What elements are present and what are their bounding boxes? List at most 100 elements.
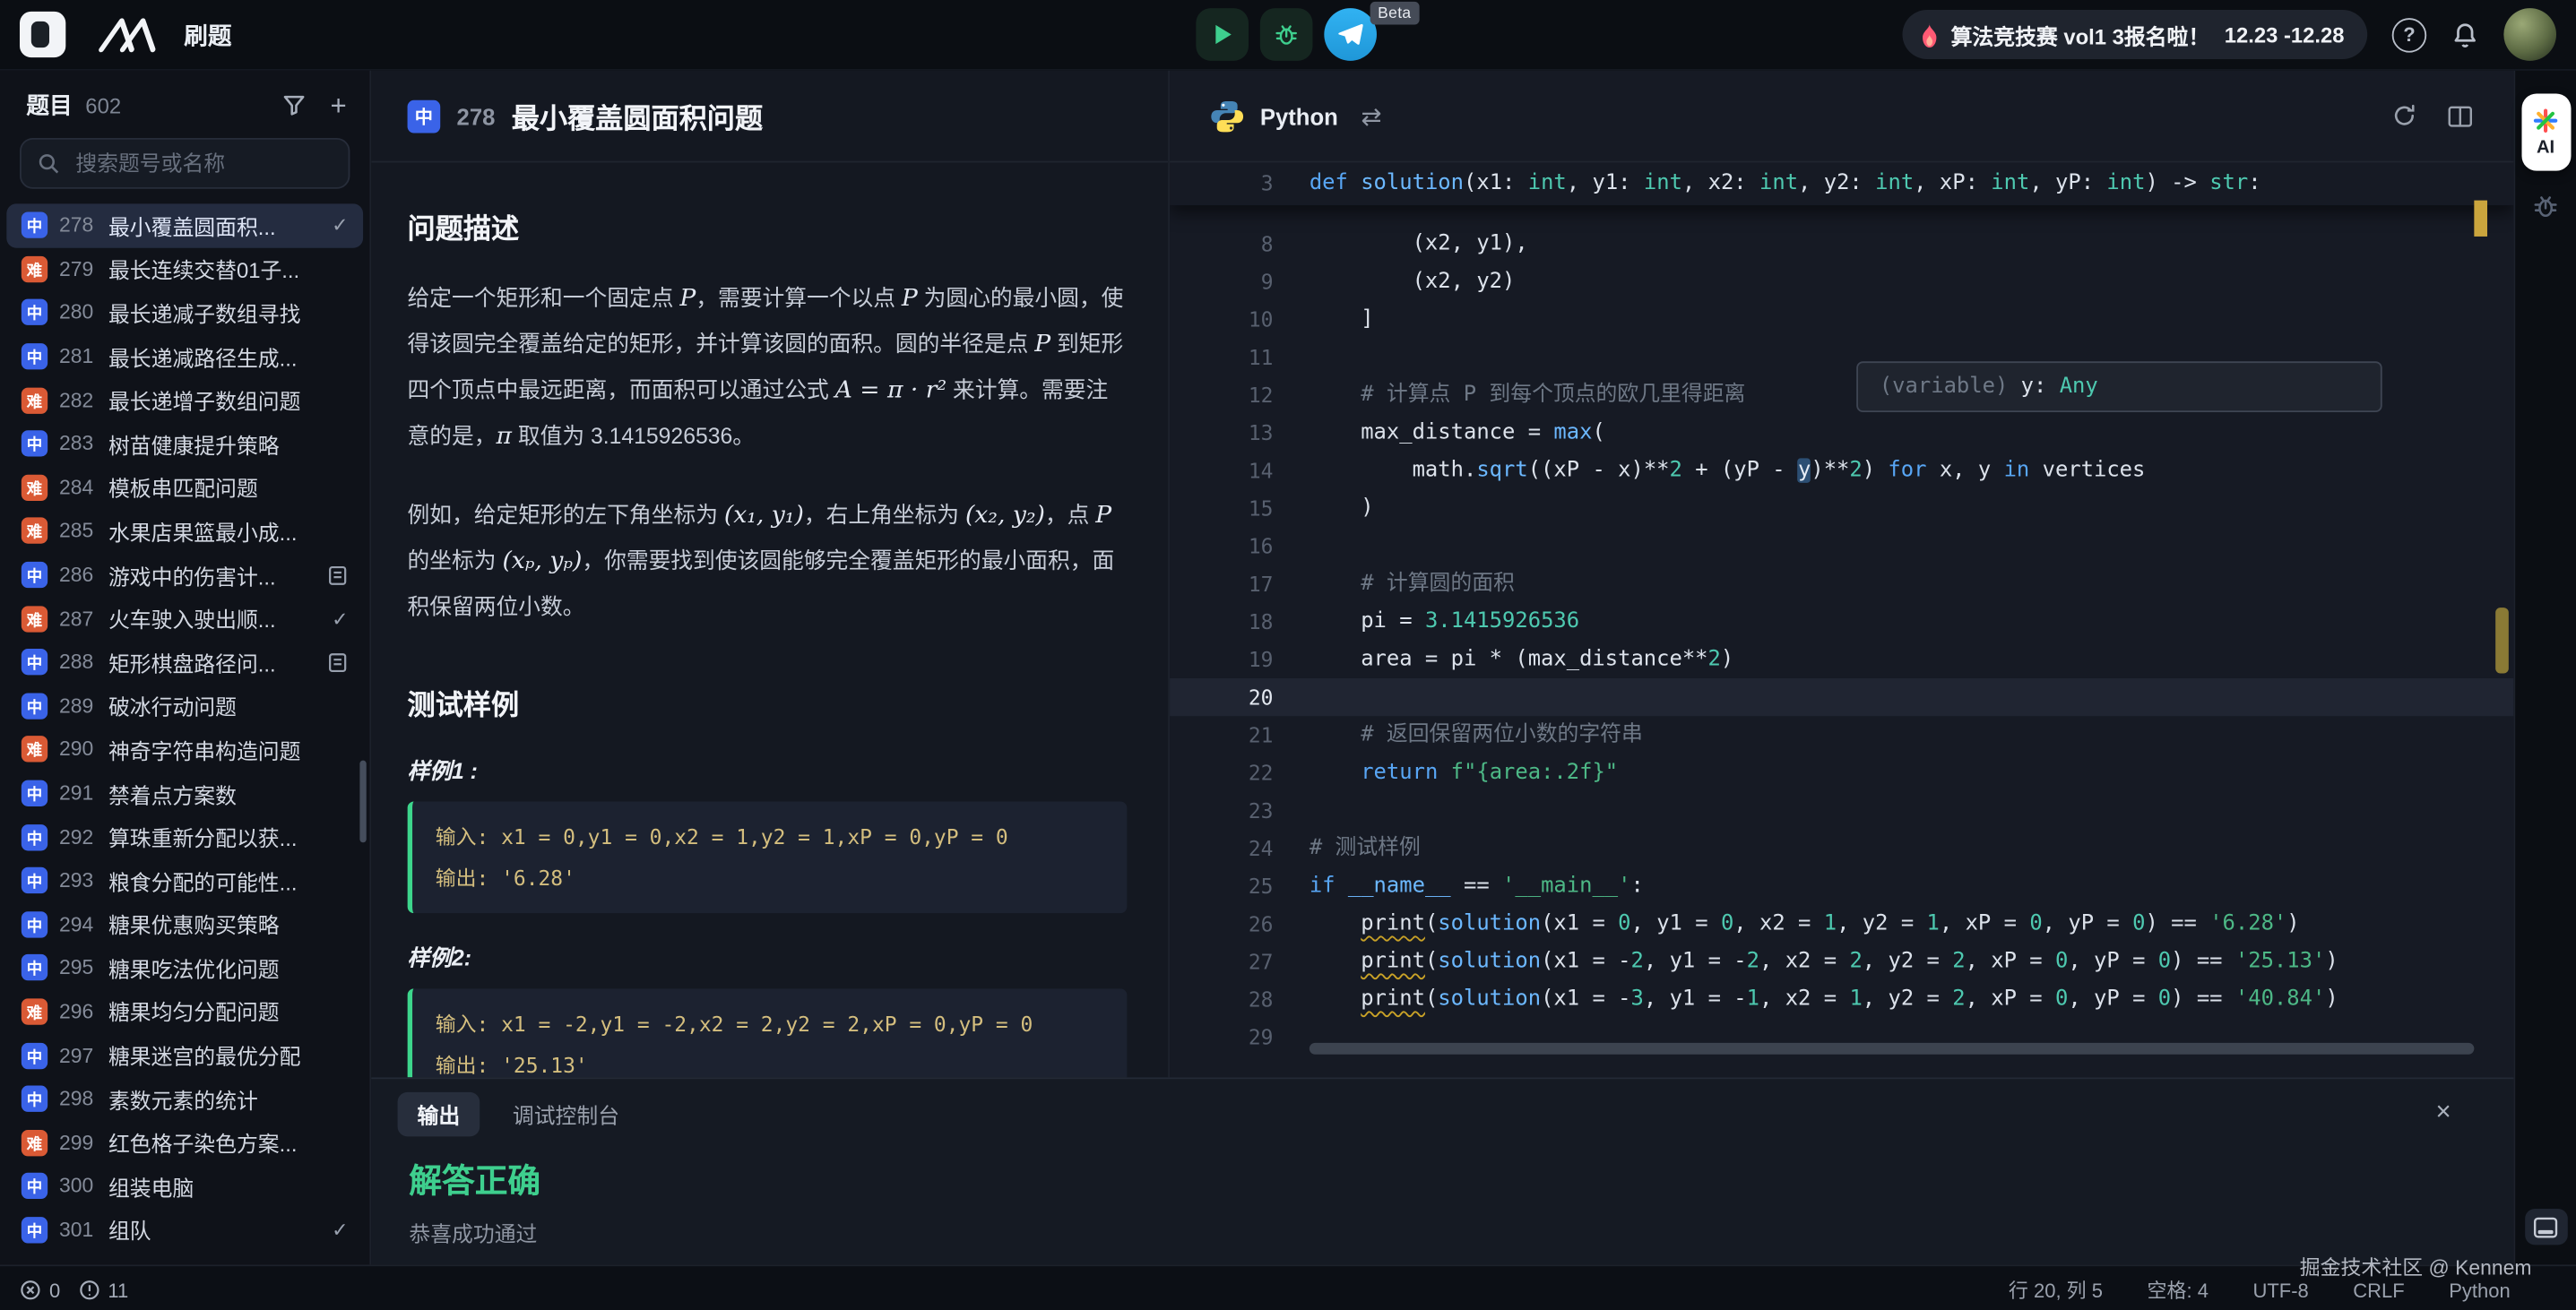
tab-output[interactable]: 输出 (398, 1091, 480, 1135)
code-token: y: (2008, 375, 2059, 399)
close-icon[interactable]: × (2436, 1099, 2487, 1128)
code-line[interactable]: 25if __name__ == '__main__': (1170, 867, 2513, 905)
line-number: 12 (1170, 376, 1310, 414)
list-item[interactable]: 中288矩形棋盘路径问... (6, 641, 363, 685)
list-item[interactable]: 难290神奇字符串构造问题 (6, 728, 363, 771)
code-line[interactable]: 13 max_distance = max( (1170, 414, 2513, 452)
code-line[interactable]: 22 return f"{area:.2f}" (1170, 754, 2513, 791)
language-mode[interactable]: Python (2449, 1279, 2510, 1302)
indent-setting[interactable]: 空格: 4 (2148, 1276, 2209, 1304)
user-avatar[interactable] (2503, 8, 2556, 61)
list-item[interactable]: 难285水果店果篮最小成... (6, 509, 363, 553)
reset-code-icon[interactable] (2392, 103, 2416, 127)
list-item[interactable]: 中294糖果优惠购买策略 (6, 902, 363, 946)
encoding[interactable]: UTF-8 (2252, 1279, 2308, 1302)
contest-banner[interactable]: 算法竞技赛 vol1 3报名啦！ 12.23 -12.28 (1902, 10, 2368, 59)
cursor-position[interactable]: 行 20, 列 5 (2009, 1276, 2103, 1304)
math-inline: A = π · r² (835, 378, 947, 404)
code-line[interactable]: 8 (x2, y1), (1170, 225, 2513, 263)
code-line[interactable]: 23 (1170, 791, 2513, 829)
switch-language-icon[interactable]: ⇄ (1361, 101, 1381, 131)
problem-header: 中 278 最小覆盖圆面积问题 (371, 71, 1168, 163)
code-line[interactable]: 14 math.sqrt((xP - x)**2 + (yP - y)**2) … (1170, 452, 2513, 489)
list-item[interactable]: 中278最小覆盖圆面积...✓ (6, 203, 363, 247)
code-line[interactable]: 27 print(solution(x1 = -2, y1 = -2, x2 =… (1170, 943, 2513, 980)
problem-title: 火车驶入驶出顺... (108, 603, 320, 634)
app-name: 刷题 (184, 17, 231, 51)
code-line[interactable]: 17 # 计算圆的面积 (1170, 565, 2513, 603)
debug-button[interactable] (1260, 8, 1313, 61)
tab-debug-console[interactable]: 调试控制台 (513, 1098, 619, 1129)
list-item[interactable]: 难287火车驶入驶出顺...✓ (6, 597, 363, 641)
code-token: : (1631, 874, 1644, 898)
list-item[interactable]: 难284模板串匹配问题 (6, 466, 363, 510)
add-icon[interactable]: + (331, 91, 347, 119)
vertical-scrollbar-thumb[interactable] (2495, 608, 2509, 673)
code-line[interactable]: 21 # 返回保留两位小数的字符串 (1170, 716, 2513, 754)
code-token: , y2 = (1863, 987, 1952, 1012)
code-area[interactable]: 3 def solution(x1: int, y1: int, x2: int… (1170, 162, 2513, 1077)
list-item[interactable]: 中293粮食分配的可能性... (6, 858, 363, 902)
list-item[interactable]: 难296糖果均匀分配问题 (6, 990, 363, 1034)
feedback-bug-icon[interactable] (2531, 192, 2559, 220)
problem-number: 278 (59, 214, 97, 237)
list-item[interactable]: 难299红色格子染色方案... (6, 1121, 363, 1165)
code-line[interactable]: 24# 测试样例 (1170, 830, 2513, 867)
code-token: 1 (1824, 911, 1837, 935)
problems-indicator[interactable]: 0 11 (20, 1279, 128, 1302)
toggle-panel-button[interactable] (2524, 1209, 2567, 1245)
list-item[interactable]: 中280最长递减子数组寻找 (6, 291, 363, 335)
list-item[interactable]: 中292算珠重新分配以获... (6, 815, 363, 859)
code-line[interactable]: 19 area = pi * (max_distance**2) (1170, 641, 2513, 678)
horizontal-scrollbar[interactable] (1310, 1043, 2475, 1055)
search-box[interactable] (20, 138, 350, 189)
eol-setting[interactable]: CRLF (2353, 1279, 2404, 1302)
list-item[interactable]: 难282最长递增子数组问题 (6, 378, 363, 422)
help-icon[interactable]: ? (2392, 17, 2426, 51)
problem-number: 284 (59, 476, 97, 499)
sticky-line-number: 3 (1170, 162, 1310, 205)
code-token: 2 (1670, 458, 1682, 482)
code-token (1310, 761, 1361, 785)
code-line[interactable]: 10 ] (1170, 300, 2513, 338)
list-item[interactable]: 中289破冰行动问题 (6, 684, 363, 728)
problem-title: 粮食分配的可能性... (108, 865, 349, 896)
problem-title: 红色格子染色方案... (108, 1127, 349, 1159)
line-number: 19 (1170, 641, 1310, 678)
problem-number: 288 (59, 651, 97, 674)
list-item[interactable]: 中283树苗健康提升策略 (6, 422, 363, 466)
line-content: # 测试样例 (1310, 830, 2514, 867)
sticky-code-line[interactable]: 3 def solution(x1: int, y1: int, x2: int… (1170, 162, 2513, 205)
code-token: + (yP - (1682, 458, 1798, 482)
share-telegram-button[interactable] (1324, 8, 1377, 61)
list-item[interactable]: 中281最长递减路径生成... (6, 335, 363, 379)
code-line[interactable]: 26 print(solution(x1 = 0, y1 = 0, x2 = 1… (1170, 905, 2513, 943)
code-line[interactable]: 15 ) (1170, 489, 2513, 527)
code-token: ) (1863, 458, 1889, 482)
sidebar-scrollbar[interactable] (359, 761, 366, 843)
ai-assistant-button[interactable]: AI (2521, 93, 2571, 170)
list-item[interactable]: 中295糖果吃法优化问题 (6, 946, 363, 990)
brand-logo-icon[interactable] (95, 14, 164, 54)
filter-funnel-icon[interactable] (282, 93, 306, 116)
app-logo-icon[interactable] (20, 12, 65, 57)
editor-header: Python ⇄ (1170, 71, 2513, 163)
split-editor-icon[interactable] (2448, 104, 2472, 127)
code-token: area = pi * (max_distance** (1310, 647, 1708, 671)
code-line[interactable]: 18 pi = 3.1415926536 (1170, 603, 2513, 641)
notifications-bell-icon[interactable] (2451, 21, 2479, 48)
list-item[interactable]: 中297糖果迷宫的最优分配 (6, 1033, 363, 1077)
code-line[interactable]: 9 (x2, y2) (1170, 263, 2513, 300)
list-item[interactable]: 中300组装电脑 (6, 1165, 363, 1209)
code-line[interactable]: 28 print(solution(x1 = -3, y1 = -1, x2 =… (1170, 980, 2513, 1018)
list-item[interactable]: 难279最长连续交替01子... (6, 247, 363, 291)
search-input[interactable] (73, 150, 333, 177)
code-line[interactable]: 20 (1170, 678, 2513, 716)
list-item[interactable]: 中298素数元素的统计 (6, 1077, 363, 1121)
code-token: print (1361, 987, 1425, 1012)
run-button[interactable] (1196, 8, 1249, 61)
list-item[interactable]: 中291禁着点方案数 (6, 771, 363, 815)
list-item[interactable]: 中301组队✓ (6, 1208, 363, 1252)
list-item[interactable]: 中286游戏中的伤害计... (6, 553, 363, 597)
code-line[interactable]: 16 (1170, 527, 2513, 565)
